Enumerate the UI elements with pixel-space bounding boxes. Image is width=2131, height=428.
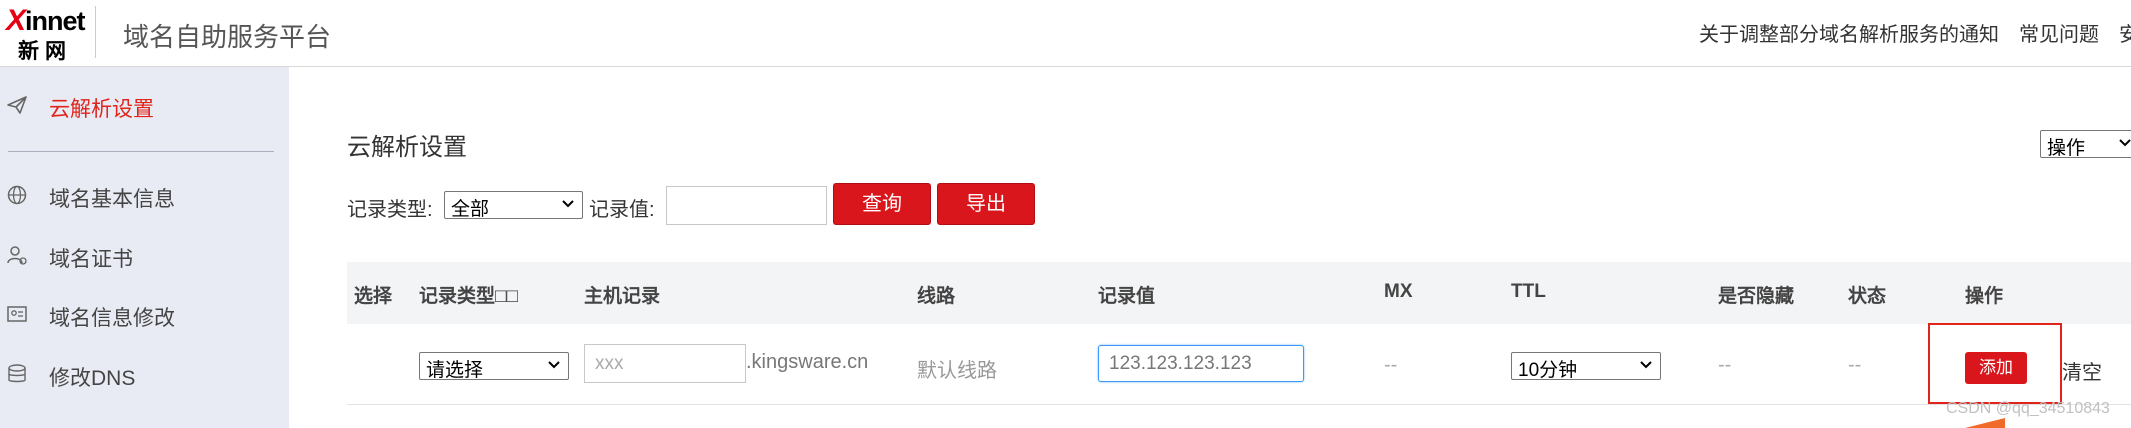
sidebar-item-label: 修改DNS bbox=[49, 367, 136, 390]
add-record-button[interactable]: 添加 bbox=[1965, 352, 2027, 384]
record-type-filter-value: 全部 bbox=[451, 199, 490, 220]
line-value: 默认线路 bbox=[917, 360, 997, 382]
col-actions: 操作 bbox=[1965, 286, 2004, 307]
sidebar-item-label: 域名信息修改 bbox=[49, 307, 175, 330]
page-title: 云解析设置 bbox=[347, 134, 467, 161]
domain-suffix: .kingsware.cn bbox=[746, 351, 869, 373]
ttl-select[interactable]: 10分钟 bbox=[1511, 352, 1661, 381]
chevron-down-icon bbox=[2119, 139, 2131, 147]
host-record-input[interactable]: xxx bbox=[584, 344, 746, 383]
mx-value: -- bbox=[1384, 354, 1398, 376]
sidebar-item-info-edit[interactable]: 域名信息修改 bbox=[0, 295, 289, 335]
record-type-select-value: 请选择 bbox=[426, 360, 484, 381]
col-record-value: 记录值 bbox=[1098, 286, 1156, 307]
annotation-arrow-icon bbox=[1965, 418, 2005, 428]
top-header: Xinnet 新网 域名自助服务平台 关于调整部分域名解析服务的通知 常见问题安 bbox=[0, 0, 2131, 67]
sidebar-separator bbox=[8, 151, 274, 152]
sidebar-item-label: 域名基本信息 bbox=[49, 188, 175, 211]
export-button[interactable]: 导出 bbox=[937, 183, 1035, 225]
hidden-value: -- bbox=[1718, 354, 1732, 376]
chevron-down-icon bbox=[548, 361, 560, 369]
dns-server-icon bbox=[8, 364, 26, 383]
sidebar-item-label: 域名证书 bbox=[49, 248, 133, 271]
sidebar: 云解析设置 域名基本信息 域名证书 域名信息修改 修改DNS bbox=[0, 67, 289, 428]
ttl-select-value: 10分钟 bbox=[1518, 360, 1578, 381]
operation-select[interactable]: 操作 bbox=[2040, 130, 2131, 159]
status-value: -- bbox=[1848, 354, 1862, 376]
sidebar-item-label: 云解析设置 bbox=[49, 98, 154, 121]
record-value-input[interactable]: 123.123.123.123 bbox=[1098, 345, 1304, 382]
sidebar-item-certificate[interactable]: 域名证书 bbox=[0, 236, 289, 276]
record-type-filter-select[interactable]: 全部 bbox=[444, 191, 583, 220]
col-status: 状态 bbox=[1848, 286, 1887, 307]
paper-plane-icon bbox=[7, 96, 27, 114]
platform-title: 域名自助服务平台 bbox=[123, 22, 332, 52]
operation-select-value: 操作 bbox=[2047, 138, 2086, 159]
nav-link-truncated[interactable]: 安 bbox=[2119, 24, 2131, 46]
logo-chinese: 新网 bbox=[18, 40, 72, 63]
user-certificate-icon bbox=[7, 246, 27, 265]
col-host-record: 主机记录 bbox=[584, 286, 661, 307]
col-mx: MX bbox=[1384, 281, 1413, 302]
id-card-icon bbox=[7, 306, 27, 322]
col-record-type: 记录类型□□ bbox=[419, 286, 518, 307]
query-button[interactable]: 查询 bbox=[833, 183, 931, 225]
records-table-header: 选择 记录类型□□ 主机记录 线路 记录值 MX TTL 是否隐藏 状态 操作 bbox=[347, 262, 2131, 324]
xinnet-logo[interactable]: Xinnet 新网 bbox=[6, 4, 90, 63]
record-type-label: 记录类型: bbox=[347, 199, 433, 221]
col-select: 选择 bbox=[354, 286, 393, 307]
csdn-watermark: CSDN @qq_34510843 bbox=[1946, 400, 2110, 417]
clear-link[interactable]: 清空 bbox=[2062, 356, 2102, 385]
col-line: 线路 bbox=[917, 286, 956, 307]
col-hidden: 是否隐藏 bbox=[1718, 286, 1795, 307]
record-value-search-input[interactable] bbox=[666, 186, 827, 225]
col-ttl: TTL bbox=[1511, 281, 1546, 302]
chevron-down-icon bbox=[1640, 361, 1652, 369]
header-nav: 关于调整部分域名解析服务的通知 常见问题安 bbox=[1699, 18, 2131, 47]
globe-icon bbox=[7, 185, 27, 205]
chevron-down-icon bbox=[562, 200, 574, 208]
sidebar-item-cloud-dns[interactable]: 云解析设置 bbox=[0, 86, 289, 126]
nav-link-dns-notice[interactable]: 关于调整部分域名解析服务的通知 bbox=[1699, 24, 1999, 46]
record-value-label: 记录值: bbox=[589, 199, 655, 221]
sidebar-item-modify-dns[interactable]: 修改DNS bbox=[0, 355, 289, 395]
sidebar-item-domain-info[interactable]: 域名基本信息 bbox=[0, 176, 289, 216]
logo-wordmark: Xinnet bbox=[6, 4, 86, 37]
record-type-select[interactable]: 请选择 bbox=[419, 352, 569, 381]
nav-link-faq[interactable]: 常见问题 bbox=[2019, 24, 2099, 46]
header-divider bbox=[95, 6, 96, 58]
